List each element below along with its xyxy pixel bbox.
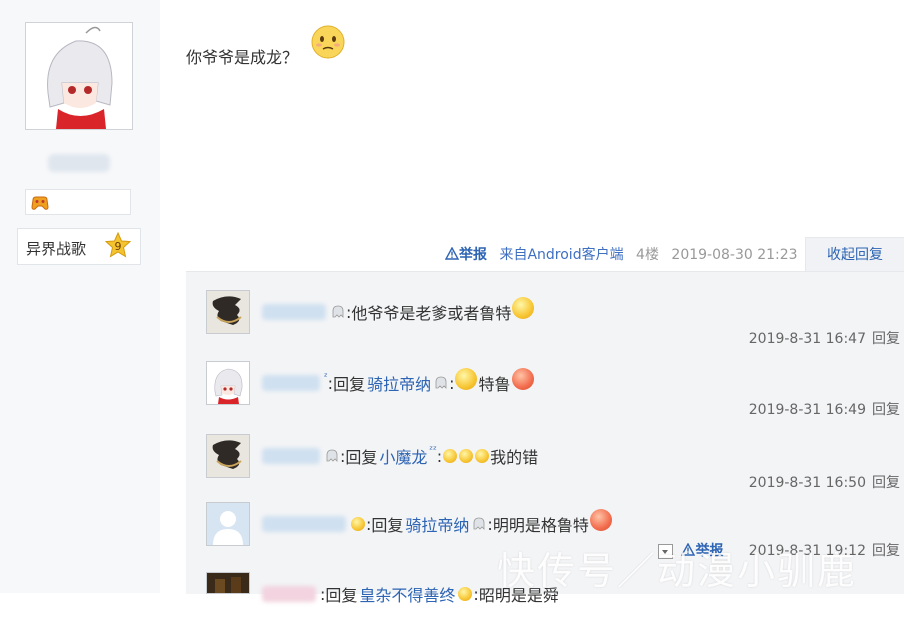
author-avatar[interactable] xyxy=(25,22,133,130)
angry-emoji-icon xyxy=(511,368,534,390)
laugh-emoji-icon xyxy=(443,449,458,463)
ghost-badge-icon xyxy=(474,517,485,530)
sleep-badge-icon: ᶻ xyxy=(324,371,328,383)
ghost-badge-icon xyxy=(435,376,447,389)
reply-word: 回复 xyxy=(333,375,366,394)
post-content: 你爷爷是成龙？ xyxy=(186,48,299,67)
post-timestamp: 2019-08-30 21:23 xyxy=(671,247,798,263)
reply-button[interactable]: 回复 xyxy=(872,331,900,347)
colon-separator: : xyxy=(436,446,443,466)
reply-username-blurred[interactable] xyxy=(262,586,316,602)
reply-avatar[interactable] xyxy=(206,502,250,546)
report-link[interactable]: 举报 xyxy=(444,246,491,263)
level-number: 9 xyxy=(115,240,122,253)
report-label: 举报 xyxy=(459,247,487,263)
floor-number: 4楼 xyxy=(636,247,659,263)
reply-button[interactable]: 回复 xyxy=(872,402,900,418)
device-source[interactable]: 来自Android客户端 xyxy=(499,247,623,263)
badge-row xyxy=(25,189,131,215)
anime-avatar-icon xyxy=(26,23,132,129)
reply-content: 明明是格鲁特 xyxy=(492,516,589,535)
reply-button[interactable]: 回复 xyxy=(872,475,900,491)
sleep-badge-icon: ᶻᶻ xyxy=(429,444,437,456)
author-name-blurred[interactable] xyxy=(48,154,110,172)
reply-avatar[interactable] xyxy=(206,572,250,594)
reply-meta: 2019-8-31 16:47 回复 xyxy=(749,328,900,348)
author-sidebar: 异界战歌 9 xyxy=(0,0,160,593)
reply-content: 特鲁 xyxy=(478,375,511,394)
dark-creature-avatar-icon xyxy=(207,291,249,333)
reply-item: : 回复 小魔龙 ᶻᶻ : 我的错 2019-8-31 16:50 回复 xyxy=(206,434,900,494)
reply-username-blurred[interactable] xyxy=(262,375,320,391)
grin-emoji-icon xyxy=(455,368,478,390)
laugh-emoji-icon xyxy=(459,449,474,463)
reply-time: 2019-8-31 16:47 xyxy=(748,331,866,347)
laugh-emoji-icon xyxy=(475,449,490,463)
reply-avatar[interactable] xyxy=(206,361,250,405)
reply-username-blurred[interactable] xyxy=(262,304,326,320)
dark-creature-avatar-icon xyxy=(207,435,249,477)
reply-username-blurred[interactable] xyxy=(262,448,320,464)
warning-icon xyxy=(444,246,460,260)
reply-target-user[interactable]: 骑拉帝纳 xyxy=(367,371,431,395)
smile-emoji-icon xyxy=(458,587,473,601)
smile-emoji-icon xyxy=(351,517,365,531)
reply-target-user[interactable]: 小魔龙 xyxy=(379,444,427,468)
post-meta: 举报 来自Android客户端 4楼 2019-08-30 21:23 xyxy=(444,244,806,266)
reply-text: ᶻ : 回复 骑拉帝纳 : 特鲁 xyxy=(262,368,535,395)
reply-username-blurred[interactable] xyxy=(262,516,346,532)
reply-text: : 回复 骑拉帝纳 : 明明是格鲁特 xyxy=(262,509,613,536)
reply-word: 回复 xyxy=(345,448,378,467)
reply-text: : 回复 小魔龙 ᶻᶻ : 我的错 xyxy=(262,444,538,468)
anime-avatar-icon xyxy=(207,362,249,404)
reply-word: 回复 xyxy=(371,516,404,535)
gamepad-badge-icon[interactable] xyxy=(30,194,50,212)
reply-time: 2019-8-31 16:49 xyxy=(748,402,866,418)
reply-word: 回复 xyxy=(325,586,358,605)
reply-text: : 他爷爷是老爹或者鲁特 xyxy=(262,297,535,324)
ghost-badge-icon xyxy=(332,305,344,318)
reply-meta: 2019-8-31 16:50 回复 xyxy=(749,472,900,492)
reply-item: : 他爷爷是老爹或者鲁特 2019-8-31 16:47 回复 xyxy=(206,290,900,350)
level-star-icon: 9 xyxy=(104,232,132,258)
reply-button[interactable]: 回复 xyxy=(872,543,900,559)
reply-item: ᶻ : 回复 骑拉帝纳 : 特鲁 2019-8-31 16:49 回复 xyxy=(206,361,900,421)
collapse-replies-button[interactable]: 收起回复 xyxy=(805,237,904,271)
reply-content: 我的错 xyxy=(490,448,539,467)
default-user-avatar-icon xyxy=(207,503,249,545)
reply-avatar[interactable] xyxy=(206,434,250,478)
reply-meta: 2019-8-31 16:49 回复 xyxy=(749,399,900,419)
watermark: 快传号／动漫小驯鹿 xyxy=(497,549,858,593)
colon-separator: : xyxy=(449,373,455,393)
angry-emoji-icon xyxy=(589,509,612,531)
dark-scene-avatar-icon xyxy=(207,573,249,593)
reply-target-user[interactable]: 皇杂不得善终 xyxy=(359,582,455,606)
level-name: 异界战歌 xyxy=(26,240,87,258)
reply-target-user[interactable]: 骑拉帝纳 xyxy=(405,512,469,536)
reply-avatar[interactable] xyxy=(206,290,250,334)
forum-level-card[interactable]: 异界战歌 9 xyxy=(17,228,141,265)
shy-face-emoji-icon xyxy=(311,25,345,59)
reply-content: 他爷爷是老爹或者鲁特 xyxy=(351,304,512,323)
smile-emoji-icon xyxy=(512,297,535,319)
reply-time: 2019-8-31 16:50 xyxy=(748,475,866,491)
ghost-badge-icon xyxy=(326,449,338,462)
